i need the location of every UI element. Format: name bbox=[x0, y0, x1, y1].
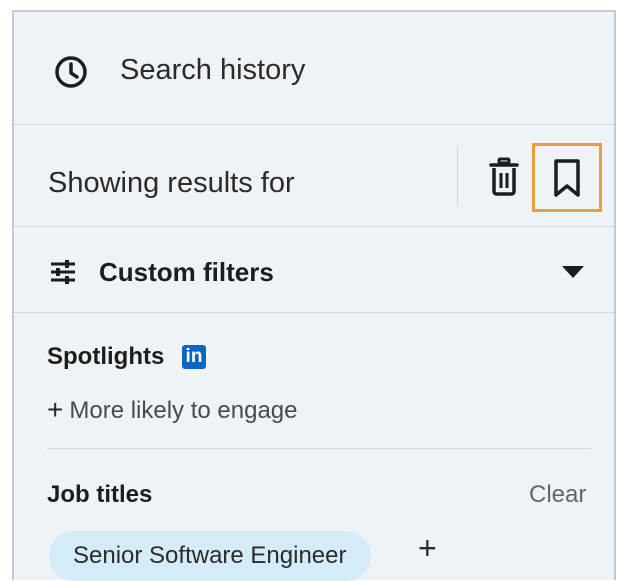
search-history-label: Search history bbox=[120, 54, 306, 86]
linkedin-badge-icon: in bbox=[182, 345, 206, 369]
search-history-row[interactable]: Search history bbox=[14, 12, 614, 125]
divider bbox=[457, 146, 458, 206]
job-title-chip[interactable]: Senior Software Engineer bbox=[49, 531, 371, 581]
job-titles-title: Job titles bbox=[47, 481, 153, 508]
clock-icon bbox=[55, 56, 87, 88]
search-filter-panel: Search history Showing results for Custo… bbox=[12, 10, 616, 581]
caret-down-icon[interactable] bbox=[562, 266, 584, 278]
trash-icon[interactable] bbox=[489, 157, 519, 197]
custom-filters-row[interactable]: Custom filters bbox=[14, 226, 614, 313]
plus-icon: + bbox=[47, 394, 64, 425]
add-job-title-plus-icon[interactable]: + bbox=[418, 530, 437, 567]
clear-job-titles-button[interactable]: Clear bbox=[529, 481, 586, 509]
spotlight-option-engage[interactable]: + More likely to engage bbox=[47, 394, 298, 426]
save-search-button[interactable] bbox=[532, 143, 602, 212]
showing-results-label: Showing results for bbox=[48, 167, 295, 199]
sliders-icon bbox=[51, 260, 75, 284]
custom-filters-label: Custom filters bbox=[99, 257, 274, 287]
divider bbox=[47, 448, 590, 449]
spotlight-option-label: More likely to engage bbox=[69, 397, 298, 424]
spotlights-title: Spotlights bbox=[47, 343, 165, 370]
bookmark-icon bbox=[554, 159, 580, 197]
showing-results-row: Showing results for bbox=[14, 124, 614, 227]
